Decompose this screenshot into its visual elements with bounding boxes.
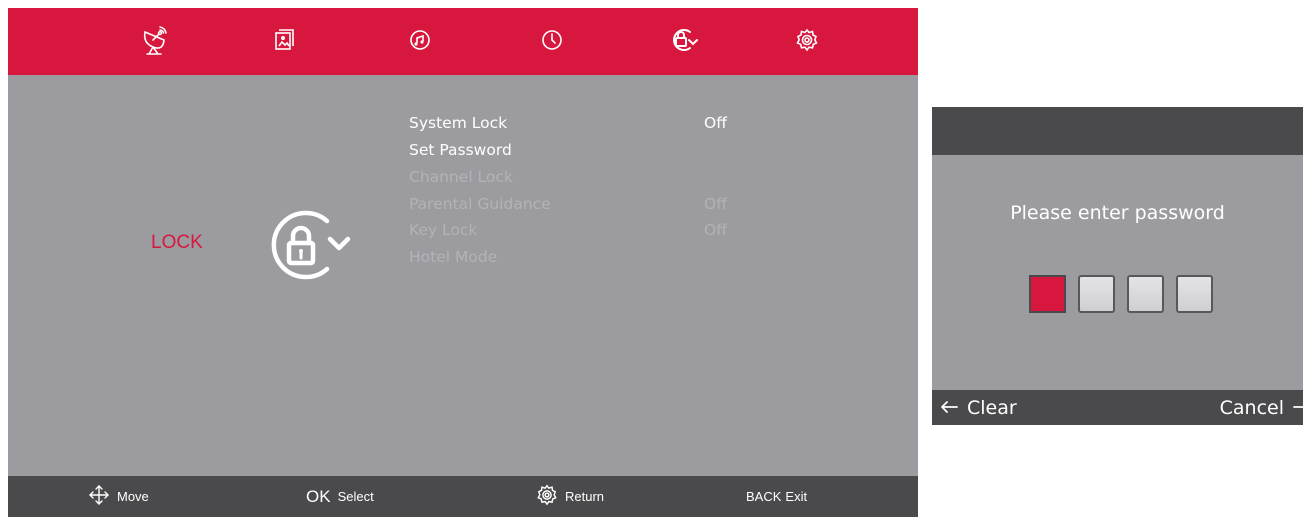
hint-bar: Move OK Select Return BACK Exit [8, 476, 918, 517]
menu-item-parental-guidance[interactable]: Parental Guidance [409, 195, 551, 213]
pin-digit-4[interactable] [1176, 275, 1213, 313]
lock-menu-screen: LOCK System Lock Off Set Password Channe… [8, 8, 918, 517]
gear-icon[interactable] [792, 22, 822, 58]
menu-item-hotel-mode[interactable]: Hotel Mode [409, 248, 497, 266]
pin-digit-3[interactable] [1127, 275, 1164, 313]
dialog-footer: Clear Cancel [932, 390, 1303, 425]
menu-item-key-lock[interactable]: Key Lock [409, 221, 477, 239]
hint-exit: BACK Exit [746, 476, 807, 517]
cancel-label: Cancel [1219, 396, 1284, 419]
menu-item-set-password[interactable]: Set Password [409, 141, 512, 159]
clock-icon[interactable] [537, 22, 567, 58]
arrow-left-icon [940, 397, 958, 419]
cancel-button[interactable]: Cancel [1220, 390, 1303, 425]
ok-key-label: OK [306, 486, 331, 506]
category-tab-bar [8, 8, 918, 75]
clear-button[interactable]: Clear [940, 390, 1017, 425]
satellite-dish-icon[interactable] [139, 22, 169, 58]
gear-icon [536, 484, 558, 510]
key-lock-value: Off [704, 221, 727, 239]
clear-label: Clear [967, 396, 1017, 419]
move-arrows-icon [88, 484, 110, 510]
menu-item-system-lock[interactable]: System Lock [409, 114, 507, 132]
section-label: LOCK [151, 232, 203, 253]
arrow-right-icon [1293, 397, 1303, 419]
hint-move: Move [88, 476, 149, 517]
hint-exit-label: Exit [785, 489, 808, 504]
hint-return-label: Return [565, 489, 605, 504]
hint-move-label: Move [117, 489, 149, 504]
sound-icon[interactable] [405, 22, 435, 58]
pin-digit-2[interactable] [1078, 275, 1115, 313]
picture-icon[interactable] [270, 22, 300, 58]
system-lock-value: Off [704, 114, 727, 132]
password-dialog: Please enter password Clear Cancel [932, 107, 1303, 425]
hint-select-label: Select [337, 489, 374, 504]
dialog-header [932, 107, 1303, 155]
password-prompt: Please enter password [1010, 202, 1225, 224]
parental-guidance-value: Off [704, 195, 727, 213]
back-key-label: BACK [746, 489, 782, 504]
menu-item-channel-lock[interactable]: Channel Lock [409, 168, 513, 186]
lock-icon[interactable] [668, 22, 698, 58]
pin-digit-1[interactable] [1029, 275, 1066, 313]
hint-select: OK Select [306, 476, 374, 517]
hint-return: Return [536, 476, 604, 517]
lock-icon [266, 205, 354, 285]
